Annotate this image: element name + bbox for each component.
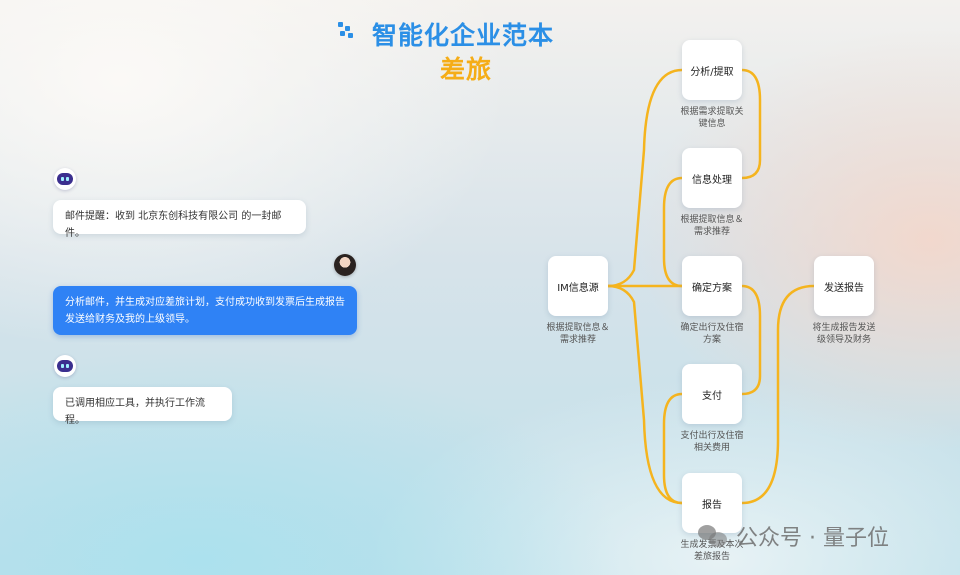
caption-line: 根据需求提取关	[680, 107, 744, 117]
caption-line: 根据提取信息＆	[680, 215, 744, 225]
flow-caption-send-report: 将生成报告发送 级领导及财务	[804, 322, 884, 346]
flow-caption-pay: 支付出行及住宿 相关费用	[672, 430, 752, 454]
flow-node-source: IM信息源	[548, 256, 608, 316]
caption-line: 需求推荐	[559, 335, 596, 345]
caption-line: 支付出行及住宿	[680, 431, 744, 441]
caption-line: 需求推荐	[693, 227, 730, 237]
caption-line: 键信息	[698, 119, 726, 129]
node-label: 支付	[702, 390, 722, 402]
node-label: 报告	[702, 499, 722, 511]
flow-caption-process: 根据提取信息＆ 需求推荐	[672, 214, 752, 238]
flow-node-process: 信息处理	[682, 148, 742, 208]
flow-node-send-report: 发送报告	[814, 256, 874, 316]
connector-report-to-send	[740, 284, 816, 505]
flow-caption-plan: 确定出行及住宿 方案	[672, 322, 752, 346]
node-label: IM信息源	[557, 282, 599, 294]
connector-source-to-report	[606, 284, 684, 505]
caption-line: 确定出行及住宿	[680, 323, 744, 333]
flow-node-pay: 支付	[682, 364, 742, 424]
caption-line: 相关费用	[693, 443, 730, 453]
flow-node-plan: 确定方案	[682, 256, 742, 316]
wechat-icon	[698, 523, 728, 549]
watermark: 公众号 · 量子位	[698, 521, 889, 551]
node-label: 确定方案	[692, 282, 732, 294]
flow-node-analyze: 分析/提取	[682, 40, 742, 100]
node-label: 信息处理	[692, 174, 732, 186]
connector-source-to-analyze	[606, 68, 684, 288]
node-label: 发送报告	[824, 282, 864, 294]
caption-line: 差旅报告	[693, 552, 730, 562]
caption-line: 根据提取信息＆	[546, 323, 610, 333]
flow-caption-analyze: 根据需求提取关 键信息	[672, 106, 752, 130]
watermark-text: 公众号 · 量子位	[736, 526, 889, 551]
caption-line: 级领导及财务	[816, 335, 871, 345]
flow-caption-source: 根据提取信息＆ 需求推荐	[538, 322, 618, 346]
caption-line: 将生成报告发送	[812, 323, 876, 333]
caption-line: 方案	[702, 335, 721, 345]
node-label: 分析/提取	[690, 66, 734, 78]
